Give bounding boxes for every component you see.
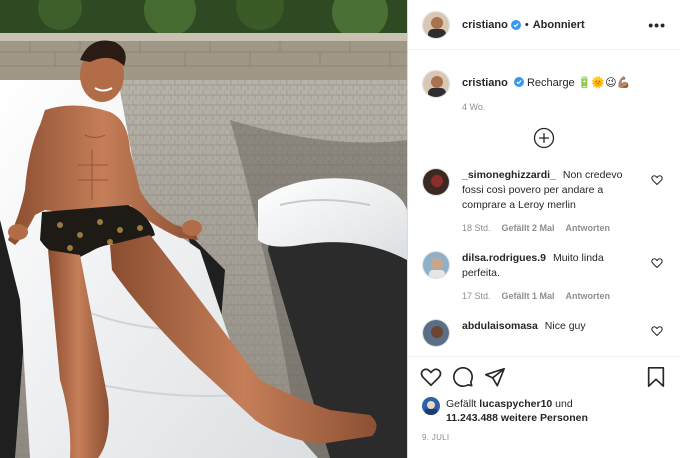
likes-count[interactable]: 11.243.488 xyxy=(446,412,498,424)
comment-avatar[interactable] xyxy=(422,168,450,196)
post-caption: cristiano Recharge 🔋🌞😉💪🏽 4 Wo. xyxy=(408,60,680,112)
comment-item: _simoneghizzardi_ Non credevo fossi così… xyxy=(408,168,680,233)
post-date[interactable]: 9. JULI xyxy=(408,425,680,442)
comment-author[interactable]: dilsa.rodrigues.9 xyxy=(462,252,546,264)
reply-button[interactable]: Antworten xyxy=(566,223,611,233)
caption-username[interactable]: cristiano xyxy=(462,77,508,89)
share-icon[interactable] xyxy=(484,366,506,388)
post-side-panel: cristiano • Abonniert ••• cristiano Rech… xyxy=(407,0,680,458)
header-separator: • xyxy=(524,18,529,31)
more-options-button[interactable]: ••• xyxy=(648,17,666,33)
likes-prefix: Gefällt xyxy=(446,398,477,410)
comment-item: dilsa.rodrigues.9 Muito linda perfeita. … xyxy=(408,251,680,301)
bookmark-icon[interactable] xyxy=(646,366,666,388)
load-more-comments-button[interactable] xyxy=(408,126,680,150)
post-header: cristiano • Abonniert ••• xyxy=(408,0,680,50)
likes-conj: und xyxy=(555,398,573,410)
comments-list[interactable]: cristiano Recharge 🔋🌞😉💪🏽 4 Wo. _simonegh… xyxy=(408,60,680,354)
reply-button[interactable]: Antworten xyxy=(566,291,611,301)
comment-avatar[interactable] xyxy=(422,319,450,347)
heart-icon[interactable] xyxy=(651,257,663,269)
comment-item: abdulaisomasa Nice guy xyxy=(408,319,680,347)
caption-text: Recharge 🔋🌞😉💪🏽 xyxy=(526,77,631,89)
action-bar xyxy=(408,357,680,397)
likes-summary: Gefällt lucaspycher10 und 11.243.488 wei… xyxy=(408,397,680,425)
comment-time[interactable]: 18 Std. xyxy=(462,223,491,233)
verified-badge-icon xyxy=(510,19,521,30)
heart-icon[interactable] xyxy=(651,325,663,337)
comment-likes[interactable]: Gefällt 2 Mal xyxy=(502,223,555,233)
liker-avatar[interactable] xyxy=(422,397,440,415)
comment-author[interactable]: _simoneghizzardi_ xyxy=(462,169,556,181)
caption-time[interactable]: 4 Wo. xyxy=(462,102,630,112)
caption-avatar[interactable] xyxy=(422,70,450,98)
comment-time[interactable]: 17 Std. xyxy=(462,291,491,301)
verified-badge-icon xyxy=(513,77,524,87)
likes-suffix[interactable]: weitere Personen xyxy=(501,412,588,424)
post-footer: Gefällt lucaspycher10 und 11.243.488 wei… xyxy=(408,356,680,458)
follow-status-button[interactable]: Abonniert xyxy=(533,19,585,31)
heart-icon[interactable] xyxy=(651,174,663,186)
comment-icon[interactable] xyxy=(452,366,474,388)
comment-text: Nice guy xyxy=(544,320,586,332)
post-photo[interactable] xyxy=(0,0,407,458)
avatar[interactable] xyxy=(422,10,450,39)
header-username[interactable]: cristiano xyxy=(462,19,508,31)
comment-avatar[interactable] xyxy=(422,251,450,279)
comment-author[interactable]: abdulaisomasa xyxy=(462,320,538,332)
post-image xyxy=(0,0,407,458)
liker-username[interactable]: lucaspycher10 xyxy=(479,398,552,410)
heart-icon[interactable] xyxy=(420,366,442,388)
comment-likes[interactable]: Gefällt 1 Mal xyxy=(502,291,555,301)
plus-circle-icon[interactable] xyxy=(533,127,555,149)
